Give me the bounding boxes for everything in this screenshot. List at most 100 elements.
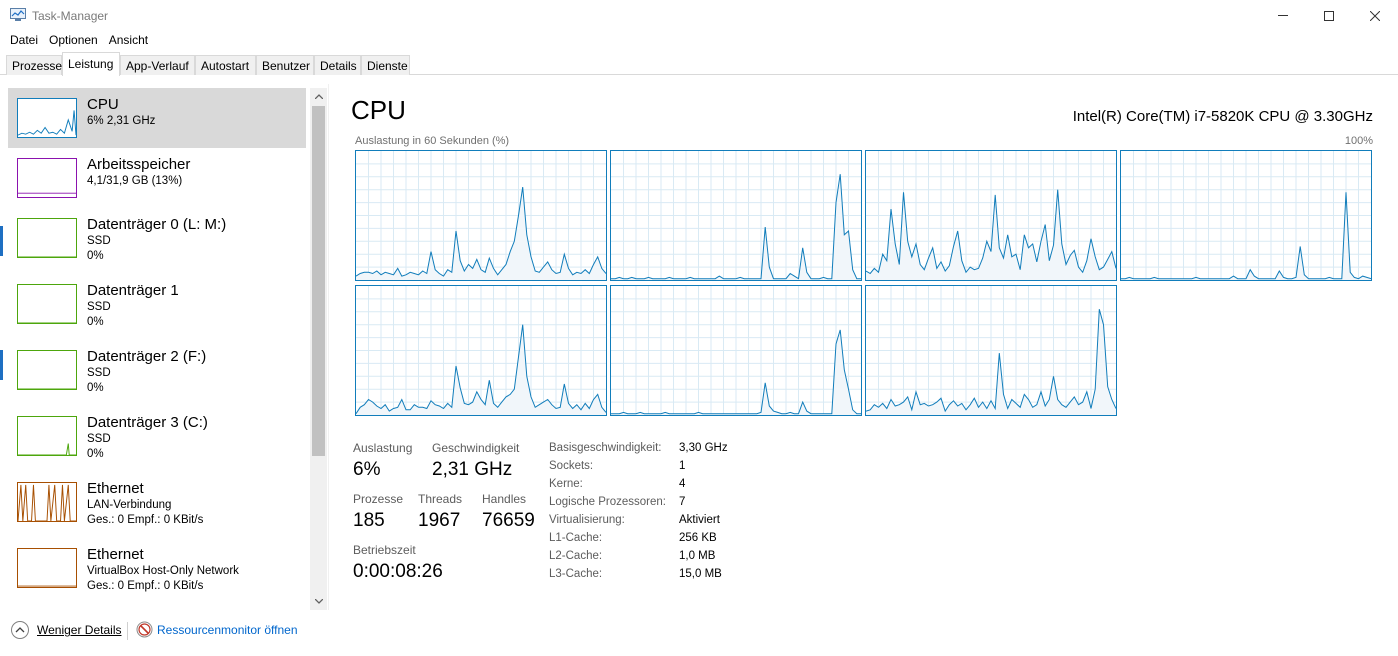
window-edge-accent	[0, 350, 3, 380]
sidebar-item-detail: SSD	[87, 433, 111, 445]
title-bar: Task-Manager	[0, 0, 1398, 31]
tab-details[interactable]: Details	[314, 55, 361, 75]
tab-dienste[interactable]: Dienste	[361, 55, 410, 75]
scroll-thumb[interactable]	[312, 106, 325, 456]
cpu-model: Intel(R) Core(TM) i7-5820K CPU @ 3.30GHz	[1072, 108, 1373, 125]
detail-label: L3-Cache:	[549, 568, 603, 580]
sidebar-item-label: Arbeitsspeicher	[87, 156, 191, 173]
sidebar-item-detail: 0%	[87, 382, 104, 394]
panel-divider	[328, 84, 329, 610]
minimize-button[interactable]	[1260, 0, 1306, 31]
sidebar-item-6[interactable]: Datenträger 3 (C:) SSD 0%	[8, 406, 306, 466]
sidebar-item-7[interactable]: Ethernet LAN-Verbindung Ges.: 0 Empf.: 0 K…	[8, 472, 306, 532]
stat-auslastung: Auslastung 6%	[353, 441, 412, 481]
sidebar-item-label: Datenträger 1	[87, 282, 179, 299]
scroll-down-button[interactable]	[310, 593, 327, 610]
sidebar-thumbnail-graph	[17, 98, 77, 138]
sidebar-item-label: Ethernet	[87, 546, 144, 563]
stat-value: 2,31 GHz	[432, 459, 513, 480]
stat-value: 185	[353, 510, 385, 531]
cpu-core-graph	[355, 285, 607, 416]
sidebar-item-2[interactable]: Arbeitsspeicher 4,1/31,9 GB (13%)	[8, 148, 306, 208]
cpu-core-graph-plot	[1121, 151, 1371, 280]
detail-value: Aktiviert	[679, 514, 720, 526]
chevron-up-icon	[314, 94, 323, 99]
sidebar-item-detail: 0%	[87, 316, 104, 328]
stat-label: Handles	[482, 492, 527, 506]
sidebar-item-8[interactable]: Ethernet VirtualBox Host-Only Network Ges.…	[8, 538, 306, 598]
fewer-details-link[interactable]: Weniger Details	[37, 623, 121, 637]
sidebar-thumbnail-graph	[17, 158, 77, 198]
sidebar-item-detail: Ges.: 0 Empf.: 0 KBit/s	[87, 580, 204, 592]
stat-value: 1967	[418, 510, 461, 531]
maximize-button[interactable]	[1306, 0, 1352, 31]
open-resource-monitor-link[interactable]: Ressourcenmonitor öffnen	[157, 623, 298, 637]
sidebar-item-text: Ethernet VirtualBox Host-Only Network Ges.…	[87, 546, 239, 594]
scroll-up-button[interactable]	[310, 88, 327, 105]
bottom-bar: Weniger Details Ressourcenmonitor öffnen	[0, 612, 1398, 648]
resource-sidebar: CPU 6% 2,31 GHz Arbeitsspeicher 4,1/31,9 GB…	[0, 84, 328, 610]
sidebar-item-1[interactable]: CPU 6% 2,31 GHz	[8, 88, 306, 148]
tab-leistung[interactable]: Leistung	[62, 52, 120, 76]
detail-label: L2-Cache:	[549, 550, 603, 562]
detail-label: Logische Prozessoren:	[549, 496, 666, 508]
cpu-core-graph	[1120, 150, 1372, 281]
sidebar-thumbnail-graph	[17, 350, 77, 390]
close-icon	[1370, 10, 1380, 21]
detail-value: 256 KB	[679, 532, 717, 544]
cpu-core-graph-plot	[356, 151, 606, 280]
cpu-core-graph	[610, 285, 862, 416]
stat-label: Threads	[418, 492, 463, 506]
sidebar-item-3[interactable]: Datenträger 0 (L: M:) SSD 0%	[8, 208, 306, 268]
close-button[interactable]	[1352, 0, 1398, 31]
cpu-core-graph	[610, 150, 862, 281]
sidebar-item-detail: SSD	[87, 367, 111, 379]
stat-value: 0:00:08:26	[353, 561, 443, 582]
task-manager-icon	[10, 8, 26, 22]
chevron-up-circle-icon[interactable]	[10, 620, 30, 640]
menu-ansicht[interactable]: Ansicht	[105, 31, 155, 50]
tab-prozesse[interactable]: Prozesse	[6, 55, 62, 75]
sidebar-item-detail: Ges.: 0 Empf.: 0 KBit/s	[87, 514, 204, 526]
detail-value: 7	[679, 496, 686, 508]
stat-value: 76659	[482, 510, 535, 531]
detail-value: 3,30 GHz	[679, 442, 728, 454]
cpu-core-graph-plot	[866, 286, 1116, 415]
cpu-core-graph-plot	[611, 286, 861, 415]
detail-label: L1-Cache:	[549, 532, 603, 544]
graph-max-label: 100%	[1344, 135, 1373, 147]
sidebar-item-detail: LAN-Verbindung	[87, 499, 172, 511]
tab-benutzer[interactable]: Benutzer	[256, 55, 314, 75]
cpu-core-graph-plot	[356, 286, 606, 415]
sidebar-item-4[interactable]: Datenträger 1 SSD 0%	[8, 274, 306, 334]
stat-label: Auslastung	[353, 441, 413, 455]
sidebar-thumbnail-graph	[17, 416, 77, 456]
minimize-icon	[1278, 15, 1288, 16]
sidebar-item-label: Ethernet	[87, 480, 144, 497]
sidebar-item-detail: VirtualBox Host-Only Network	[87, 565, 239, 577]
stat-value: 6%	[353, 459, 381, 480]
stat-betriebszeit: Betriebszeit 0:00:08:26	[353, 543, 443, 583]
sidebar-item-text: Datenträger 0 (L: M:) SSD 0%	[87, 216, 226, 264]
cpu-core-graph-plot	[866, 151, 1116, 280]
maximize-icon	[1324, 10, 1334, 21]
cpu-core-graph	[355, 150, 607, 281]
sidebar-item-5[interactable]: Datenträger 2 (F:) SSD 0%	[8, 340, 306, 400]
tab-app-verlauf[interactable]: App-Verlauf	[120, 55, 195, 75]
sidebar-scrollbar[interactable]	[310, 88, 327, 610]
detail-label: Basisgeschwindigkeit:	[549, 442, 662, 454]
window-title: Task-Manager	[32, 9, 109, 23]
stat-geschwindigkeit: Geschwindigkeit 2,31 GHz	[432, 441, 519, 481]
sidebar-item-detail: 0%	[87, 250, 104, 262]
sidebar-thumbnail-graph	[17, 218, 77, 258]
sidebar-item-text: Datenträger 1 SSD 0%	[87, 282, 179, 330]
menu-optionen[interactable]: Optionen	[45, 31, 105, 50]
resource-monitor-icon[interactable]	[136, 621, 153, 638]
tab-bar: Prozesse Leistung App-Verlauf Autostart …	[0, 52, 1398, 76]
cpu-core-graph-plot	[611, 151, 861, 280]
stat-prozesse: Prozesse 185	[353, 492, 403, 532]
menu-datei[interactable]: Datei	[0, 31, 45, 50]
stat-label: Prozesse	[353, 492, 404, 506]
sidebar-item-label: Datenträger 0 (L: M:)	[87, 216, 227, 233]
tab-autostart[interactable]: Autostart	[195, 55, 256, 75]
